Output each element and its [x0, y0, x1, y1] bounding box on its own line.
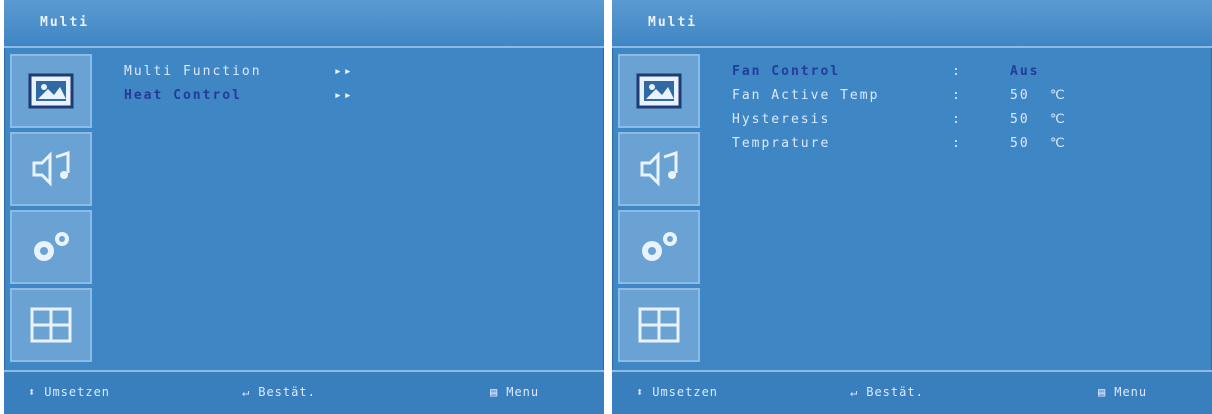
- left-osd-screen: Multi Multi Function ▸▸ Heat Control ▸▸ …: [4, 0, 604, 414]
- submenu-arrow-icon: ▸▸: [334, 88, 354, 103]
- hint-confirm-label: Bestät.: [258, 385, 316, 399]
- setting-fan-control[interactable]: Fan Control : Aus: [732, 64, 1037, 79]
- sidebar: [612, 54, 706, 372]
- hint-menu: ▤ Menu: [1098, 385, 1147, 399]
- picture-icon: [28, 73, 74, 109]
- setting-label: Fan Control: [732, 64, 841, 79]
- sidebar-tab-sound[interactable]: [618, 132, 700, 206]
- settings-gears-icon: [34, 232, 69, 261]
- settings-gears-icon: [642, 232, 677, 261]
- hint-menu-label: Menu: [1114, 385, 1148, 399]
- sound-icon: [32, 150, 70, 187]
- setting-value: Aus: [1010, 64, 1040, 79]
- sidebar-tab-picture[interactable]: [618, 54, 700, 128]
- setting-unit: ℃: [1050, 88, 1067, 103]
- hint-menu-label: Menu: [506, 385, 540, 399]
- sound-icon: [640, 150, 678, 187]
- setting-colon: :: [952, 136, 962, 151]
- menu-item-label: Multi Function: [124, 64, 262, 79]
- setting-label: Fan Active Temp: [732, 88, 880, 103]
- picture-icon: [636, 73, 682, 109]
- title-bar: Multi: [4, 0, 604, 48]
- setting-value: 50: [1010, 112, 1030, 127]
- enter-icon: ↵: [242, 385, 251, 399]
- multi-window-icon: [638, 307, 680, 343]
- hint-move: ⬍ Umsetzen: [636, 385, 718, 399]
- setting-fan-active-temp[interactable]: Fan Active Temp : 50 ℃: [732, 88, 1065, 103]
- sidebar-tab-picture[interactable]: [10, 54, 92, 128]
- sidebar-tab-sound[interactable]: [10, 132, 92, 206]
- setting-unit: ℃: [1050, 136, 1067, 151]
- setting-colon: :: [952, 88, 962, 103]
- hint-move-label: Umsetzen: [44, 385, 111, 399]
- sidebar-tab-settings[interactable]: [10, 210, 92, 284]
- setting-value: 50: [1010, 88, 1030, 103]
- setting-colon: :: [952, 64, 962, 79]
- sidebar-tab-settings[interactable]: [618, 210, 700, 284]
- setting-unit: ℃: [1050, 112, 1067, 127]
- up-down-icon: ⬍: [28, 385, 37, 399]
- menu-item-multi-function[interactable]: Multi Function ▸▸: [124, 64, 352, 79]
- menu-item-heat-control[interactable]: Heat Control ▸▸: [124, 88, 352, 103]
- hint-move-label: Umsetzen: [652, 385, 719, 399]
- setting-hysteresis[interactable]: Hysteresis : 50 ℃: [732, 112, 1065, 127]
- setting-temprature[interactable]: Temprature : 50 ℃: [732, 136, 1065, 151]
- screen-title: Multi: [648, 15, 698, 30]
- sidebar: [4, 54, 98, 372]
- setting-value: 50: [1010, 136, 1030, 151]
- setting-label: Hysteresis: [732, 112, 831, 127]
- right-osd-screen: Multi Fan Control: Aus Fan Active Temp …: [612, 0, 1212, 414]
- up-down-icon: ⬍: [636, 385, 645, 399]
- menu-icon: ▤: [1098, 385, 1107, 399]
- menu-icon: ▤: [490, 385, 499, 399]
- title-bar: Multi: [612, 0, 1212, 48]
- enter-icon: ↵: [850, 385, 859, 399]
- hint-confirm: ↵ Bestät.: [242, 385, 316, 399]
- multi-window-icon: [30, 307, 72, 343]
- hint-move: ⬍ Umsetzen: [28, 385, 110, 399]
- screen-title: Multi: [40, 15, 90, 30]
- sidebar-tab-multi[interactable]: [10, 288, 92, 362]
- submenu-arrow-icon: ▸▸: [334, 64, 354, 79]
- setting-colon: :: [952, 112, 962, 127]
- setting-label: Temprature: [732, 136, 831, 151]
- footer-hints: ⬍ Umsetzen ↵ Bestät. ▤ Menu: [4, 370, 604, 414]
- sidebar-tab-multi[interactable]: [618, 288, 700, 362]
- hint-menu: ▤ Menu: [490, 385, 539, 399]
- hint-confirm-label: Bestät.: [866, 385, 924, 399]
- menu-item-label: Heat Control: [124, 88, 242, 103]
- footer-hints: ⬍ Umsetzen ↵ Bestät. ▤ Menu: [612, 370, 1212, 414]
- hint-confirm: ↵ Bestät.: [850, 385, 924, 399]
